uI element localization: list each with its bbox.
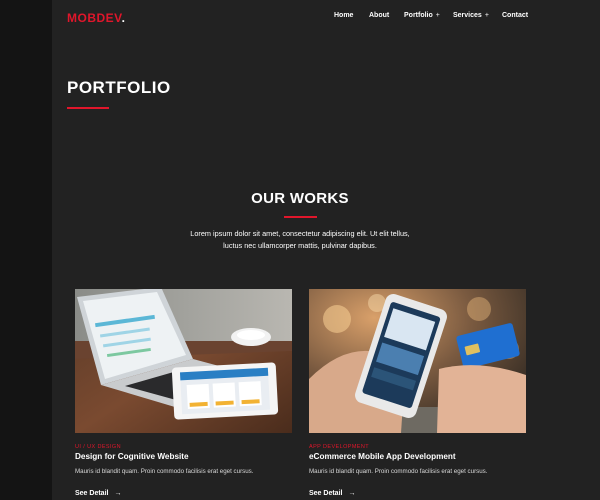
see-detail-label: See Detail bbox=[75, 490, 109, 497]
section-title: OUR WORKS bbox=[251, 190, 349, 207]
portfolio-card: UI / UX DESIGN Design for Cognitive Webs… bbox=[75, 289, 292, 497]
smartphone-shopping-photo bbox=[309, 289, 526, 433]
card-description: Mauris id blandit quam. Proin commodo fa… bbox=[309, 468, 488, 475]
card-description: Mauris id blandit quam. Proin commodo fa… bbox=[75, 468, 254, 475]
nav-item-portfolio[interactable]: Portfolio + bbox=[404, 12, 440, 19]
page-title: PORTFOLIO bbox=[67, 78, 171, 97]
see-detail-link[interactable]: See Detail → bbox=[309, 490, 355, 497]
section-underline bbox=[284, 216, 317, 218]
portfolio-card: APP DEVELOPMENT eCommerce Mobile App Dev… bbox=[309, 289, 526, 497]
nav-item-home[interactable]: Home bbox=[334, 12, 353, 19]
plus-icon: + bbox=[484, 12, 489, 19]
arrow-right-icon: → bbox=[114, 490, 122, 497]
card-title[interactable]: eCommerce Mobile App Development bbox=[309, 452, 456, 461]
card-title[interactable]: Design for Cognitive Website bbox=[75, 452, 189, 461]
see-detail-link[interactable]: See Detail → bbox=[75, 490, 121, 497]
see-detail-label: See Detail bbox=[309, 490, 343, 497]
card-category: UI / UX DESIGN bbox=[75, 444, 121, 450]
plus-icon: + bbox=[435, 12, 440, 19]
nav-item-contact[interactable]: Contact bbox=[502, 12, 528, 19]
page: MOBDEV. Home About Portfolio + Services + … bbox=[0, 0, 600, 500]
laptop-and-tablet-photo bbox=[75, 289, 292, 433]
nav-item-about[interactable]: About bbox=[369, 12, 389, 19]
card-image-smartphone[interactable] bbox=[309, 289, 526, 433]
nav-item-services[interactable]: Services + bbox=[453, 12, 489, 19]
nav-item-label: About bbox=[369, 12, 390, 19]
card-category: APP DEVELOPMENT bbox=[309, 444, 369, 450]
main-nav: Home About Portfolio + Services + Contact bbox=[0, 12, 600, 24]
section-description: Lorem ipsum dolor sit amet, consectetur … bbox=[190, 229, 410, 250]
nav-item-label: Home bbox=[334, 12, 354, 19]
nav-item-label: Services bbox=[453, 12, 482, 19]
arrow-right-icon: → bbox=[348, 490, 356, 497]
title-underline bbox=[67, 107, 109, 109]
nav-item-label: Portfolio bbox=[404, 12, 433, 19]
card-image-laptop-tablet[interactable] bbox=[75, 289, 292, 433]
nav-item-label: Contact bbox=[502, 12, 529, 19]
